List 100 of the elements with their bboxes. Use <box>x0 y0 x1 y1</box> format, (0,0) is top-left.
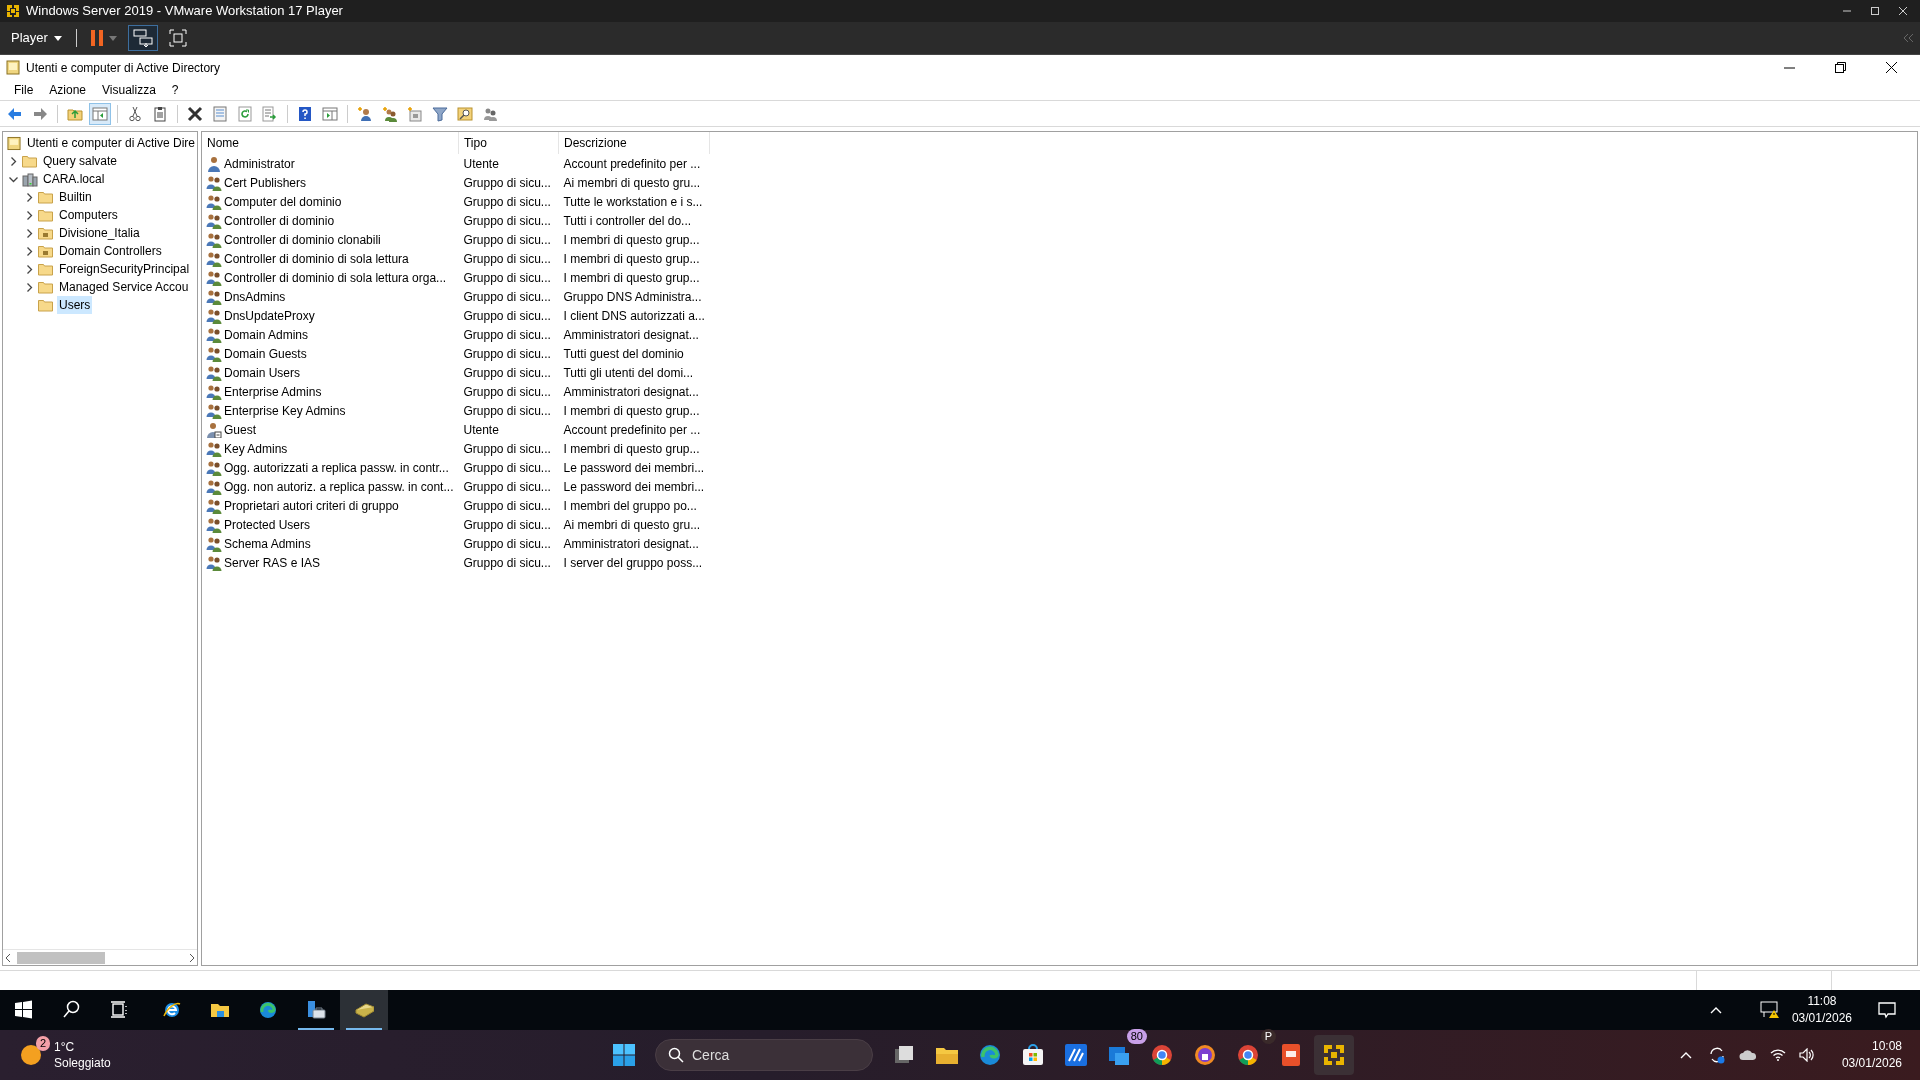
find-icon <box>457 105 473 122</box>
tree-item[interactable]: Managed Service Accou <box>57 278 191 296</box>
menu-item[interactable]: Visualizza <box>94 81 164 99</box>
tree-item[interactable]: Computers <box>57 206 120 224</box>
name-text: Controller di dominio clonabili <box>224 232 381 247</box>
chevron-up-icon[interactable] <box>1679 1051 1692 1059</box>
restore-icon[interactable] <box>1835 62 1846 73</box>
menu-item[interactable]: Azione <box>41 81 95 99</box>
search-field[interactable]: Cerca <box>655 1039 873 1071</box>
group-icon <box>206 346 222 363</box>
column-header[interactable]: Nome <box>202 132 459 154</box>
chrome-browser-icon <box>1236 1043 1260 1067</box>
name-text: Computer del dominio <box>224 194 342 209</box>
console-root-icon <box>7 135 22 151</box>
name-text: Protected Users <box>224 517 311 532</box>
type-cell-text: Gruppo di sicu... <box>462 478 552 496</box>
description-cell-text: Amministratori designat... <box>562 383 700 401</box>
description-cell-text: I client DNS autorizzati a... <box>562 307 706 325</box>
column-header[interactable]: Descrizione <box>558 132 710 154</box>
column-header[interactable]: Tipo <box>458 132 559 154</box>
scrollbar-thumb[interactable] <box>17 951 105 964</box>
name-text: Ogg. non autoriz. a replica passw. in cont... <box>224 479 454 494</box>
server-manager-icon <box>306 1000 326 1020</box>
vmware-logo-icon <box>6 4 20 18</box>
group-icon <box>206 479 222 496</box>
cloud-icon[interactable] <box>1738 1049 1757 1061</box>
group-icon <box>206 232 222 249</box>
organizational-unit-icon <box>38 243 54 259</box>
description-cell-text: I membri del gruppo po... <box>562 497 698 515</box>
network-warning-icon[interactable] <box>1759 1001 1780 1019</box>
chevron-right-icon[interactable] <box>8 156 18 166</box>
sun-icon <box>20 1044 42 1066</box>
chevron-right-icon[interactable] <box>24 264 34 274</box>
description-cell-text: I membri di questo grup... <box>562 231 701 249</box>
tree-item[interactable]: Divisione_Italia <box>57 224 142 242</box>
clock[interactable]: 10:08 03/01/2026 <box>1841 1038 1902 1072</box>
browser-e-icon <box>162 1000 182 1020</box>
group-icon <box>206 441 222 458</box>
group-icon <box>206 384 222 401</box>
chevron-down-icon[interactable] <box>8 174 18 184</box>
tree-item[interactable]: Domain Controllers <box>57 242 164 260</box>
group-icon <box>206 555 222 572</box>
search-icon <box>668 1047 684 1063</box>
directory-tool-button[interactable] <box>340 990 388 1030</box>
description-cell-text: Tutte le workstation e i s... <box>562 193 704 211</box>
name-text: Controller di dominio di sola lettura <box>224 251 409 266</box>
speaker-icon[interactable] <box>1798 1048 1815 1062</box>
type-cell-text: Gruppo di sicu... <box>462 345 552 363</box>
name-text: Domain Admins <box>224 327 309 342</box>
panel-icon <box>322 105 338 122</box>
clock[interactable]: 11:08 03/01/2026 <box>1791 993 1852 1027</box>
type-cell-text: Gruppo di sicu... <box>462 402 552 420</box>
pane-toggle-button[interactable] <box>89 102 111 125</box>
pause-icon <box>90 30 103 46</box>
type-cell-text: Gruppo di sicu... <box>462 269 552 287</box>
count-badge: 80 <box>1126 1029 1147 1044</box>
group-icon <box>206 327 222 344</box>
player-menu-button[interactable]: Player <box>6 25 67 51</box>
refresh-icon <box>237 105 253 122</box>
scissors-icon <box>127 105 143 122</box>
description-cell-text: I membri di questo grup... <box>562 440 701 458</box>
wifi-icon[interactable] <box>1769 1049 1786 1061</box>
group-icon <box>206 175 222 192</box>
type-cell-text: Utente <box>462 421 500 439</box>
name-text: Schema Admins <box>224 536 311 551</box>
tree-item[interactable]: Builtin <box>57 188 94 206</box>
chevron-right-icon[interactable] <box>24 282 34 292</box>
chevron-right-icon[interactable] <box>24 246 34 256</box>
temperature-text: 1°C <box>54 1039 76 1055</box>
folder-icon <box>38 261 54 277</box>
sync-icon[interactable] <box>1707 1046 1726 1064</box>
description-cell-text: Ai membri di questo gru... <box>562 516 702 534</box>
new-container-icon <box>407 105 423 122</box>
tree-item[interactable]: Utenti e computer di Active Dire <box>24 134 197 152</box>
weather-widget[interactable]: 2 1°C Soleggiato <box>20 1039 580 1071</box>
close-icon[interactable] <box>1886 62 1897 73</box>
tree-item[interactable]: ForeignSecurityPrincipal <box>57 260 192 278</box>
tree-item[interactable]: Query salvate <box>41 152 120 170</box>
menu-item[interactable]: ? <box>163 81 187 99</box>
notification-icon[interactable] <box>1878 1001 1896 1019</box>
vmware-logo-button[interactable] <box>1314 1035 1354 1075</box>
tree-item[interactable]: CARA.local <box>41 170 107 188</box>
send-keys-button[interactable] <box>127 25 158 51</box>
scroll-right-icon[interactable] <box>189 953 195 962</box>
type-cell-text: Gruppo di sicu... <box>462 193 552 211</box>
chevron-right-icon[interactable] <box>24 228 34 238</box>
chevron-right-icon[interactable] <box>24 210 34 220</box>
scroll-left-icon[interactable] <box>5 953 11 962</box>
double-chevron-icon[interactable] <box>1902 34 1914 42</box>
caret-down-icon <box>108 35 117 41</box>
presentation-app-icon <box>1279 1043 1303 1067</box>
maximize-icon[interactable] <box>1870 6 1880 16</box>
chevron-up-icon[interactable] <box>1709 1006 1722 1014</box>
folder-icon <box>38 207 54 223</box>
name-text: Enterprise Key Admins <box>224 403 346 418</box>
chevron-right-icon[interactable] <box>24 192 34 202</box>
type-cell-text: Gruppo di sicu... <box>462 250 552 268</box>
tree-item[interactable]: Users <box>57 296 93 314</box>
properties-icon <box>212 105 228 122</box>
menu-item[interactable]: File <box>6 81 42 99</box>
